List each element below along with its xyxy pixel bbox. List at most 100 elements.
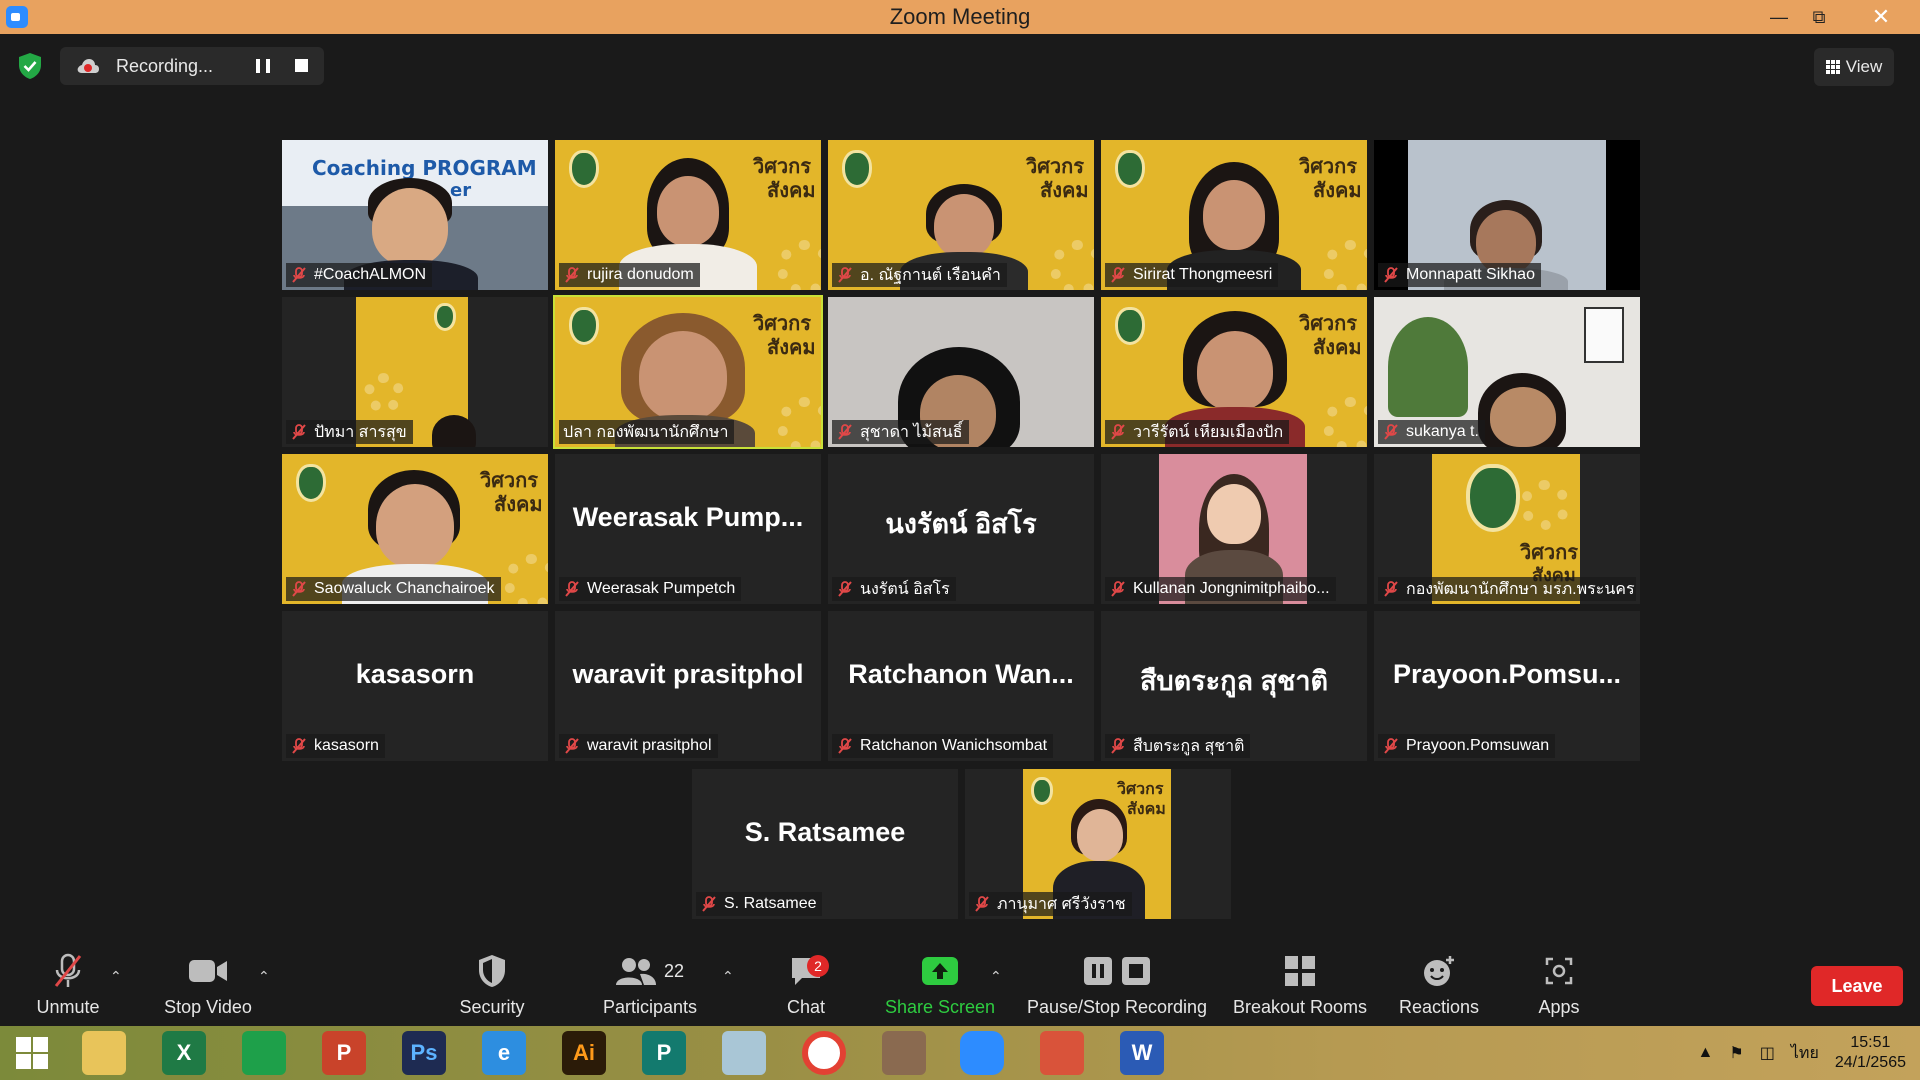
excel-icon[interactable]: X: [162, 1031, 206, 1075]
video-options-caret[interactable]: ⌃: [258, 968, 270, 985]
video-tile-off[interactable]: waravit prasitphol waravit prasitphol: [555, 611, 821, 761]
photoshop-icon[interactable]: Ps: [402, 1031, 446, 1075]
reactions-button[interactable]: Reactions: [1394, 946, 1484, 1026]
restore-button[interactable]: ⧉: [1798, 0, 1840, 34]
mic-off-icon: [1111, 581, 1125, 597]
participant-name: วารีรัตน์ เหียมเมืองปัก: [1133, 423, 1284, 441]
share-screen-button[interactable]: Share Screen: [880, 946, 1000, 1026]
word-icon[interactable]: W: [1120, 1031, 1164, 1075]
video-tile[interactable]: Monnapatt Sikhao: [1374, 140, 1640, 290]
powerpoint-icon[interactable]: P: [322, 1031, 366, 1075]
file-explorer-icon[interactable]: [82, 1031, 126, 1075]
internet-explorer-icon[interactable]: e: [482, 1031, 526, 1075]
participant-display-name: S. Ratsamee: [744, 817, 906, 847]
app-icon[interactable]: [722, 1031, 766, 1075]
participants-icon: 22: [615, 951, 684, 991]
video-tile-off[interactable]: Weerasak Pump... Weerasak Pumpetch: [555, 454, 821, 604]
video-tile-off[interactable]: S. Ratsamee S. Ratsamee: [692, 769, 958, 919]
video-tile[interactable]: ปัทมา สารสุข: [282, 297, 548, 447]
video-tile[interactable]: วิศวกร สังคม Sirirat Thongmeesri: [1101, 140, 1367, 290]
video-tile-off[interactable]: นงรัตน์ อิสโร นงรัตน์ อิสโร: [828, 454, 1094, 604]
share-options-caret[interactable]: ⌃: [990, 968, 1002, 985]
shield-check-icon[interactable]: [18, 52, 42, 80]
stop-video-button[interactable]: Stop Video: [158, 946, 258, 1026]
minimize-button[interactable]: —: [1758, 0, 1800, 34]
mic-off-icon: [292, 267, 306, 283]
apps-button[interactable]: Apps: [1524, 946, 1594, 1026]
language-indicator[interactable]: ไทย: [1791, 1041, 1819, 1066]
pause-stop-recording-label: Pause/Stop Recording: [1026, 997, 1208, 1017]
security-button[interactable]: Security: [452, 946, 532, 1026]
participants-options-caret[interactable]: ⌃: [722, 968, 734, 985]
view-button[interactable]: View: [1814, 48, 1894, 86]
participant-nametag: ปลา กองพัฒนานักศึกษา: [559, 420, 735, 444]
participant-nametag: อ. ณัฐกานต์ เรือนคำ: [832, 263, 1007, 287]
flag-icon[interactable]: ⚑: [1729, 1043, 1743, 1063]
video-tile[interactable]: sukanya t.: [1374, 297, 1640, 447]
participant-nametag: Prayoon.Pomsuwan: [1378, 734, 1556, 758]
participant-name: Monnapatt Sikhao: [1406, 266, 1535, 283]
zoom-taskbar-icon[interactable]: [960, 1031, 1004, 1075]
participant-display-name: Weerasak Pump...: [572, 502, 804, 532]
chrome-icon[interactable]: [802, 1031, 846, 1075]
publisher-icon[interactable]: P: [642, 1031, 686, 1075]
pause-stop-recording-button[interactable]: Pause/Stop Recording: [1024, 946, 1210, 1026]
office-icon[interactable]: [1040, 1031, 1084, 1075]
participant-name: สืบตระกูล สุชาติ: [1133, 737, 1245, 755]
video-tile[interactable]: วิศวกร สังคม ภานุมาศ ศรีวังราช: [965, 769, 1231, 919]
video-tile-off[interactable]: สืบตระกูล สุชาติ สืบตระกูล สุชาติ: [1101, 611, 1367, 761]
breakout-rooms-button[interactable]: Breakout Rooms: [1230, 946, 1370, 1026]
apps-label: Apps: [1538, 997, 1580, 1017]
video-tile-off[interactable]: Prayoon.Pomsu... Prayoon.Pomsuwan: [1374, 611, 1640, 761]
paint-icon[interactable]: [882, 1031, 926, 1075]
close-button[interactable]: ✕: [1860, 0, 1902, 34]
mic-off-icon: [838, 267, 852, 283]
clock-date: 24/1/2565: [1834, 1054, 1906, 1071]
video-tile-off[interactable]: kasasorn kasasorn: [282, 611, 548, 761]
participants-button[interactable]: 22 Participants: [598, 946, 702, 1026]
unmute-button[interactable]: Unmute: [28, 946, 108, 1026]
video-tile[interactable]: วิศวกร สังคม อ. ณัฐกานต์ เรือนคำ: [828, 140, 1094, 290]
mic-off-icon: [1111, 267, 1125, 283]
video-tile[interactable]: วิศวกร สังคม กองพัฒนานักศึกษา มรภ.พระนคร: [1374, 454, 1640, 604]
mic-off-icon: [1384, 424, 1398, 440]
leave-button[interactable]: Leave: [1811, 966, 1903, 1006]
participant-display-name: kasasorn: [355, 659, 475, 689]
mic-off-icon: [51, 951, 85, 991]
mic-off-icon: [702, 896, 716, 912]
video-tile[interactable]: สุชาดา ไม้สนธิ์: [828, 297, 1094, 447]
network-icon[interactable]: ◫: [1760, 1043, 1775, 1063]
mic-off-icon: [565, 738, 579, 754]
chat-label: Chat: [786, 997, 826, 1017]
illustrator-icon[interactable]: Ai: [562, 1031, 606, 1075]
video-tile-active-speaker[interactable]: วิศวกร สังคม ปลา กองพัฒนานักศึกษา: [553, 295, 823, 449]
participant-nametag: กองพัฒนานักศึกษา มรภ.พระนคร: [1378, 577, 1636, 601]
start-button[interactable]: [10, 1031, 54, 1075]
clock[interactable]: 15:51 24/1/2565: [1835, 1033, 1906, 1073]
mic-off-icon: [292, 424, 306, 440]
participant-name: ภานุมาศ ศรีวังราช: [997, 895, 1126, 913]
mic-off-icon: [1111, 738, 1125, 754]
participant-display-name: Prayoon.Pomsu...: [1392, 659, 1622, 689]
participant-display-name: นงรัตน์ อิสโร: [885, 509, 1037, 539]
logo-text-2: สังคม: [767, 335, 816, 359]
participant-nametag: นงรัตน์ อิสโร: [832, 577, 956, 601]
tray-expand-icon[interactable]: ▲: [1698, 1044, 1714, 1062]
chat-button[interactable]: 2 Chat: [776, 946, 836, 1026]
participant-nametag: rujira donudom: [559, 263, 700, 287]
video-tile[interactable]: วิศวกร สังคม rujira donudom: [555, 140, 821, 290]
unmute-label: Unmute: [36, 997, 100, 1017]
stop-icon[interactable]: [295, 59, 308, 72]
video-tile[interactable]: วิศวกร สังคม Saowaluck Chanchairoek: [282, 454, 548, 604]
video-tile[interactable]: Coaching PROGRAM for er #CoachALMON: [282, 140, 548, 290]
audio-options-caret[interactable]: ⌃: [110, 968, 122, 985]
pause-icon[interactable]: [256, 59, 270, 73]
video-tile[interactable]: วิศวกร สังคม วารีรัตน์ เหียมเมืองปัก: [1101, 297, 1367, 447]
store-icon[interactable]: [242, 1031, 286, 1075]
participant-nametag: waravit prasitphol: [559, 734, 718, 758]
illustrator-label: Ai: [573, 1040, 595, 1065]
share-arrow-icon: [921, 951, 959, 991]
video-tile[interactable]: Kullanan Jongnimitphaibo...: [1101, 454, 1367, 604]
plant-decoration: [1388, 317, 1468, 417]
video-tile-off[interactable]: Ratchanon Wan... Ratchanon Wanichsombat: [828, 611, 1094, 761]
